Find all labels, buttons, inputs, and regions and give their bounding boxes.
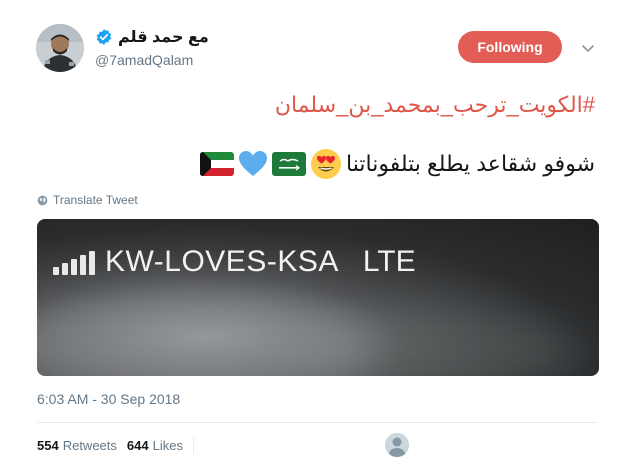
user-name-row[interactable]: مع حمد قلم bbox=[95, 27, 209, 47]
likes-label: Likes bbox=[152, 437, 183, 453]
tweet-timestamp[interactable]: 6:03 AM - 30 Sep 2018 bbox=[37, 391, 180, 407]
globe-icon bbox=[37, 195, 48, 205]
saudi-flag-emoji bbox=[272, 152, 307, 176]
tweet-text: شوفو شقاعد يطلع بتلفوناتنا bbox=[346, 151, 595, 176]
following-button[interactable]: Following bbox=[458, 31, 562, 63]
tweet-stats: 554 Retweets 644 Likes bbox=[37, 436, 204, 454]
likes-stat[interactable]: 644 Likes bbox=[127, 438, 183, 453]
signal-strength-icon bbox=[53, 249, 95, 275]
tweet-card: مع حمد قلم @7amadQalam Following #الكويت… bbox=[0, 0, 635, 469]
retweets-count: 554 bbox=[37, 437, 59, 453]
heart-eyes-emoji bbox=[311, 149, 342, 179]
retweets-label: Retweets bbox=[62, 437, 117, 453]
translate-tweet-link[interactable]: Translate Tweet bbox=[37, 193, 138, 207]
tweet-text-row: شوفو شقاعد يطلع بتلفوناتنا bbox=[200, 148, 595, 180]
kuwait-flag-emoji bbox=[200, 152, 235, 176]
liker-avatar[interactable] bbox=[385, 433, 409, 457]
carrier-name: KW-LOVES-KSA bbox=[105, 245, 339, 278]
chevron-down-icon[interactable] bbox=[580, 40, 596, 56]
emoji-group bbox=[200, 148, 342, 180]
network-type: LTE bbox=[362, 245, 416, 278]
tweet-media-image[interactable]: KW-LOVES-KSA LTE bbox=[37, 219, 599, 376]
display-name: مع حمد قلم bbox=[118, 29, 209, 46]
divider bbox=[37, 422, 598, 423]
translate-label: Translate Tweet bbox=[53, 193, 138, 207]
likes-count: 644 bbox=[126, 437, 149, 453]
hashtag-link[interactable]: #الكويت_ترحب_بمحمد_بن_سلمان bbox=[275, 92, 595, 118]
stats-separator bbox=[192, 436, 194, 454]
avatar-image bbox=[36, 24, 84, 72]
user-handle[interactable]: @7amadQalam bbox=[95, 52, 193, 68]
blue-heart-emoji bbox=[239, 151, 268, 176]
retweets-stat[interactable]: 554 Retweets bbox=[37, 438, 117, 453]
default-avatar-icon bbox=[385, 433, 409, 457]
verified-badge-icon bbox=[95, 28, 113, 46]
user-avatar[interactable] bbox=[36, 24, 84, 72]
status-bar-overlay: KW-LOVES-KSA LTE bbox=[53, 245, 416, 279]
